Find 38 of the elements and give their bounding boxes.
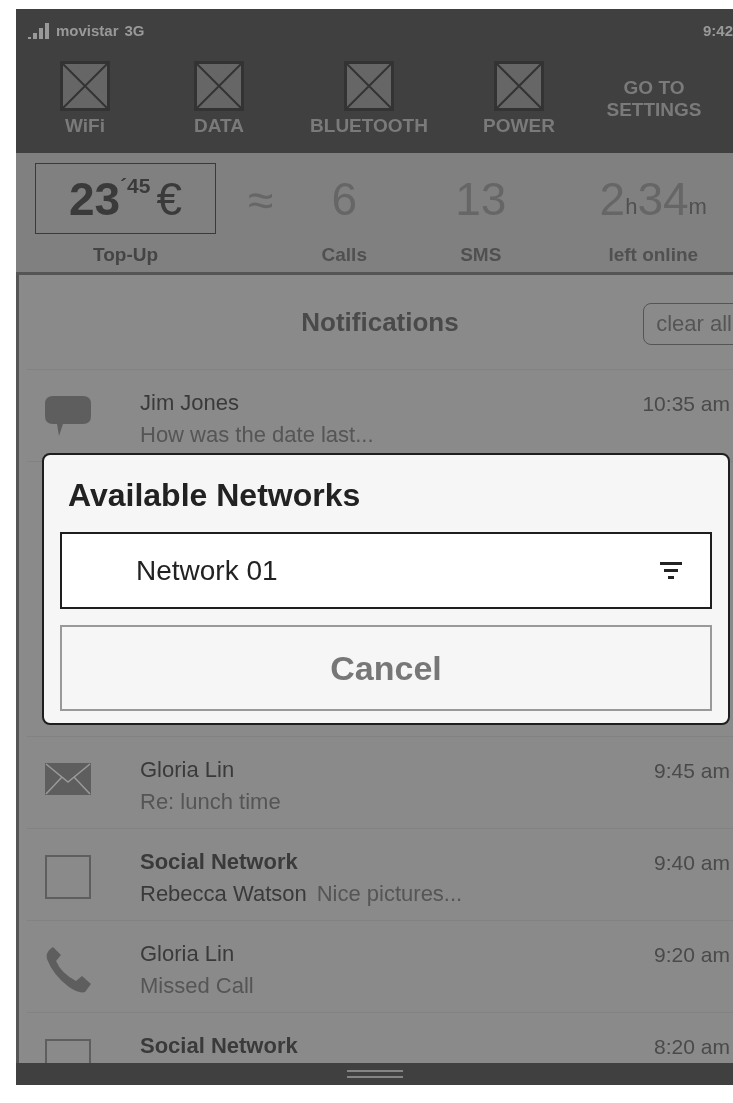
notification-title: Social Network <box>140 849 299 875</box>
notification-title: Gloria Lin <box>140 941 236 967</box>
notification-time: 10:35 am <box>642 392 730 416</box>
signal-icon <box>28 22 50 39</box>
notification-time: 9:45 am <box>654 759 730 783</box>
notification-title: Gloria Lin <box>140 757 236 783</box>
carrier-name: movistar <box>56 22 119 39</box>
notification-time: 9:40 am <box>654 851 730 875</box>
notification-time: 9:20 am <box>654 943 730 967</box>
drag-handle-icon[interactable] <box>346 1070 403 1078</box>
filter-icon <box>660 561 682 580</box>
placeholder-icon <box>60 61 110 111</box>
top-up-label[interactable]: Top-Up <box>92 244 159 266</box>
approx-sign: ≈ <box>248 177 274 223</box>
placeholder-icon <box>194 61 244 111</box>
toggle-button[interactable]: BLUETOOTH <box>284 61 454 137</box>
phone-icon <box>45 947 91 993</box>
toggle-button[interactable]: WiFi <box>16 61 154 137</box>
dialog-title: Available Networks <box>68 477 362 514</box>
clock-time: 9:42 <box>702 22 733 39</box>
notifications-title: Notifications <box>301 306 459 338</box>
notification-author: Rebecca Watson <box>140 881 307 907</box>
placeholder-icon <box>344 61 394 111</box>
notification-title: Jim Jones <box>140 390 241 416</box>
currency-symbol: € <box>156 175 183 222</box>
network-type: 3G <box>124 22 145 39</box>
cancel-button[interactable]: Cancel <box>60 625 712 711</box>
toggle-button[interactable]: DATA <box>154 61 284 137</box>
notification-title: Social Network <box>140 1033 299 1059</box>
balance-whole: 23 <box>68 175 121 222</box>
settings-link[interactable]: GO TO SETTINGS <box>584 77 724 121</box>
square-icon <box>45 855 91 899</box>
balance-cents: ´45 <box>120 174 151 198</box>
notification-time: 8:20 am <box>654 1035 730 1059</box>
network-select[interactable]: Network 01 <box>60 532 712 609</box>
placeholder-icon <box>494 61 544 111</box>
toggle-button[interactable]: POWER <box>454 61 584 137</box>
envelope-icon <box>45 763 91 795</box>
